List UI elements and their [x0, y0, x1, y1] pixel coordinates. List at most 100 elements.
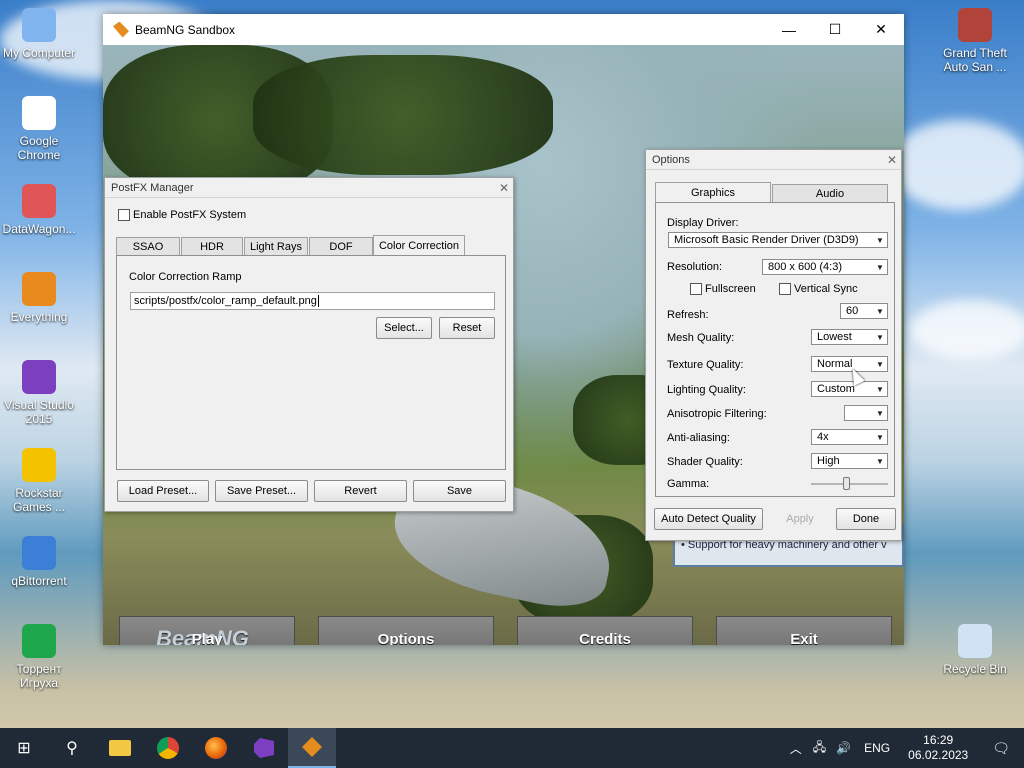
chrome-icon[interactable]: [144, 728, 192, 768]
anisotropic-select[interactable]: ▼: [844, 405, 888, 421]
revert-button[interactable]: Revert: [314, 480, 407, 502]
credits-button[interactable]: Credits: [517, 616, 693, 645]
maximize-button[interactable]: ☐: [812, 14, 858, 45]
firefox-icon[interactable]: [192, 728, 240, 768]
done-button[interactable]: Done: [836, 508, 896, 530]
desktop-icon[interactable]: Торрент Игруха: [0, 624, 78, 690]
clock-time: 16:29: [923, 733, 954, 747]
start-icon[interactable]: ⊞: [0, 728, 48, 768]
apply-button[interactable]: Apply: [771, 508, 829, 530]
file-explorer-icon[interactable]: [96, 728, 144, 768]
lighting-quality-label: Lighting Quality:: [667, 384, 746, 396]
search-icon[interactable]: ⚲: [48, 728, 96, 768]
checkbox-box[interactable]: [779, 283, 791, 295]
load-preset-button[interactable]: Load Preset...: [117, 480, 209, 502]
postfx-manager-dialog[interactable]: PostFX Manager ✕ Enable PostFX System SS…: [104, 177, 514, 512]
anisotropic-label: Anisotropic Filtering:: [667, 408, 767, 420]
mesh-quality-label: Mesh Quality:: [667, 332, 735, 344]
play-button[interactable]: BeamNG Play: [119, 616, 295, 645]
desktop-icon-label: Grand Theft Auto San ...: [943, 46, 1007, 74]
desktop-icon-label: Recycle Bin: [943, 662, 1007, 676]
chevron-down-icon: ▼: [876, 332, 884, 342]
lighting-quality-select[interactable]: Custom ▼: [811, 381, 888, 397]
volume-icon[interactable]: 🔊: [831, 741, 856, 755]
ramp-path-input[interactable]: scripts/postfx/color_ramp_default.png: [130, 292, 495, 310]
shader-quality-select[interactable]: High ▼: [811, 453, 888, 469]
gamma-slider-thumb[interactable]: [843, 477, 850, 490]
options-title: Options: [652, 153, 690, 166]
desktop-icon-label: qBittorrent: [11, 574, 67, 588]
save-preset-button[interactable]: Save Preset...: [215, 480, 308, 502]
graphics-panel: Display Driver: Microsoft Basic Render D…: [655, 202, 895, 497]
language-indicator[interactable]: ENG: [856, 741, 898, 755]
cloud: [910, 300, 1024, 360]
desktop-icon[interactable]: qBittorrent: [0, 536, 78, 588]
window-titlebar[interactable]: BeamNG Sandbox — ☐ ✕: [103, 14, 904, 45]
enable-postfx-checkbox[interactable]: Enable PostFX System: [118, 209, 246, 221]
desktop-icon[interactable]: Recycle Bin: [936, 624, 1014, 676]
mesh-quality-select[interactable]: Lowest ▼: [811, 329, 888, 345]
desktop-icon[interactable]: Grand Theft Auto San ...: [936, 8, 1014, 74]
clock[interactable]: 16:29 06.02.2023: [898, 733, 978, 763]
desktop-icon[interactable]: DataWagon...: [0, 184, 78, 236]
desktop-icon[interactable]: Rockstar Games ...: [0, 448, 78, 514]
chevron-down-icon: ▼: [876, 456, 884, 466]
close-button[interactable]: ✕: [858, 14, 904, 45]
desktop-icon-label: Rockstar Games ...: [12, 486, 65, 514]
postfx-close-icon[interactable]: ✕: [495, 181, 513, 195]
gamma-label: Gamma:: [667, 478, 710, 490]
visual-studio-icon: [22, 360, 56, 394]
chevron-up-icon[interactable]: ︿: [784, 740, 808, 757]
desktop-icon-label: Google Chrome: [17, 134, 61, 162]
minimize-button[interactable]: —: [766, 14, 812, 45]
color-correction-panel: Color Correction Ramp scripts/postfx/col…: [116, 255, 506, 470]
monitor-icon: [22, 8, 56, 42]
select-button[interactable]: Select...: [376, 317, 432, 339]
taskbar: ⊞ ⚲ ︿ 🖧 🔊 ENG 16:29 06.02.2023 🗨: [0, 728, 1024, 768]
desktop-icon[interactable]: Visual Studio 2015: [0, 360, 78, 426]
display-driver-select[interactable]: Microsoft Basic Render Driver (D3D9) ▼: [668, 232, 888, 248]
desktop-icon-label: Everything: [10, 310, 68, 324]
checkbox-box[interactable]: [118, 209, 130, 221]
qbittorrent-icon: [22, 536, 56, 570]
desktop-icon[interactable]: Everything: [0, 272, 78, 324]
desktop-icon-label: Visual Studio 2015: [4, 398, 74, 426]
everything-icon: [22, 272, 56, 306]
tab-hdr[interactable]: HDR: [181, 237, 243, 255]
chevron-down-icon: ▼: [876, 235, 884, 245]
save-button[interactable]: Save: [413, 480, 506, 502]
visual-studio-icon[interactable]: [240, 728, 288, 768]
resolution-select[interactable]: 800 x 600 (4:3) ▼: [762, 259, 888, 275]
options-button[interactable]: Options: [318, 616, 494, 645]
tab-dof[interactable]: DOF: [309, 237, 373, 255]
fullscreen-checkbox[interactable]: Fullscreen: [690, 283, 756, 295]
tab-color-correction[interactable]: Color Correction: [373, 235, 465, 255]
tab-audio[interactable]: Audio: [772, 184, 888, 202]
refresh-select[interactable]: 60 ▼: [840, 303, 888, 319]
postfx-titlebar[interactable]: PostFX Manager ✕: [105, 178, 513, 198]
checkbox-box[interactable]: [690, 283, 702, 295]
gamma-slider[interactable]: [811, 477, 888, 490]
tab-ssao[interactable]: SSAO: [116, 237, 180, 255]
ramp-label: Color Correction Ramp: [129, 271, 242, 283]
vsync-checkbox[interactable]: Vertical Sync: [779, 283, 858, 295]
chevron-down-icon: ▼: [876, 359, 884, 369]
exit-button[interactable]: Exit: [716, 616, 892, 645]
desktop-icon[interactable]: Google Chrome: [0, 96, 78, 162]
options-dialog[interactable]: Options ✕ Graphics Audio Display Driver:…: [645, 149, 902, 541]
tab-light-rays[interactable]: Light Rays: [244, 237, 308, 255]
datawagon-icon: [22, 184, 56, 218]
reset-button[interactable]: Reset: [439, 317, 495, 339]
notifications-icon[interactable]: 🗨: [978, 740, 1024, 757]
anti-aliasing-select[interactable]: 4x ▼: [811, 429, 888, 445]
tab-graphics[interactable]: Graphics: [655, 182, 771, 202]
beamng-taskbar-icon[interactable]: [288, 728, 336, 768]
chrome-icon: [22, 96, 56, 130]
network-icon[interactable]: 🖧: [808, 738, 831, 759]
options-titlebar[interactable]: Options ✕: [646, 150, 901, 170]
desktop-icon[interactable]: My Computer: [0, 8, 78, 60]
chevron-down-icon: ▼: [876, 262, 884, 272]
auto-detect-button[interactable]: Auto Detect Quality: [654, 508, 763, 530]
options-close-icon[interactable]: ✕: [883, 153, 901, 167]
play-label: Play: [191, 630, 223, 646]
